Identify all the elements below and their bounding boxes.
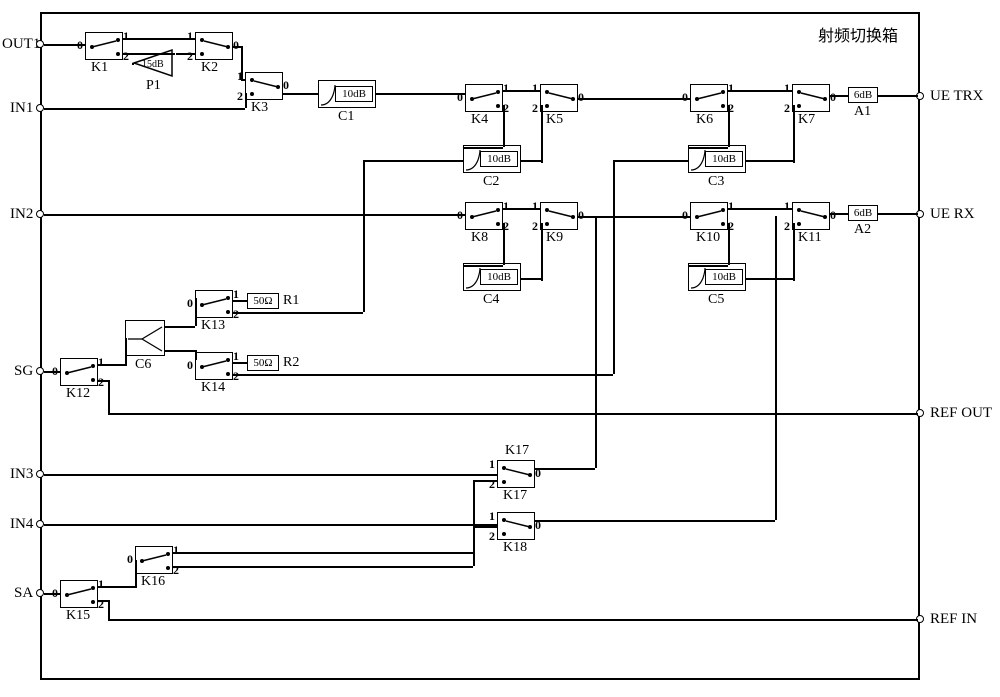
splitter-C6 [125, 320, 165, 356]
coupler-C2-label: C2 [483, 174, 499, 190]
coupler-C1-label: C1 [338, 109, 354, 125]
port-in2-label: IN2 [10, 206, 33, 223]
switch-K8 [465, 202, 503, 230]
port-sa-dot [36, 589, 44, 597]
switch-K15 [60, 580, 98, 608]
switch-K14 [195, 352, 233, 380]
switch-K5-label: K5 [546, 112, 563, 128]
switch-K4-label: K4 [471, 112, 488, 128]
port-refout-label: REF OUT [930, 405, 992, 422]
switch-K12-label: K12 [66, 386, 90, 402]
switch-K15-label: K15 [66, 608, 90, 624]
resistor-R2: 50Ω [247, 355, 279, 371]
coupler-C3: 10dB [688, 145, 746, 173]
port-out1-dot [36, 40, 44, 48]
port-in3-label: IN3 [10, 466, 33, 483]
port-uerx-label: UE RX [930, 206, 975, 223]
switch-K11 [792, 202, 830, 230]
port-in4-dot [36, 520, 44, 528]
port-out1-label: OUT1 [2, 36, 40, 53]
switch-K9 [540, 202, 578, 230]
coupler-C4-label: C4 [483, 292, 499, 308]
attenuator-A2: 6dB [848, 205, 878, 221]
coupler-C5-label: C5 [708, 292, 724, 308]
coupler-C4: 10dB [463, 263, 521, 291]
resistor-R1: 50Ω [247, 293, 279, 309]
switch-K12 [60, 358, 98, 386]
switch-K2-label: K2 [201, 60, 218, 76]
switch-K13-label: K13 [201, 318, 225, 334]
svg-text:15dB: 15dB [142, 59, 164, 70]
port-in4-label: IN4 [10, 516, 33, 533]
diagram-title: 射频切换箱 [818, 22, 898, 46]
port-in1-label: IN1 [10, 100, 33, 117]
switch-K18 [497, 512, 535, 540]
switch-K5 [540, 84, 578, 112]
switch-K14-label: K14 [201, 380, 225, 396]
switch-K1-label: K1 [91, 60, 108, 76]
coupler-C2: 10dB [463, 145, 521, 173]
port-in3-dot [36, 470, 44, 478]
port-sg-dot [36, 367, 44, 375]
switch-K7-label: K7 [798, 112, 815, 128]
switch-K16 [135, 546, 173, 574]
switch-K10 [690, 202, 728, 230]
switch-K4 [465, 84, 503, 112]
switch-K9-label: K9 [546, 230, 563, 246]
switch-K11-label: K11 [798, 230, 822, 246]
coupler-C1: 10dB [318, 80, 376, 108]
switch-K13 [195, 290, 233, 318]
switch-K3 [245, 72, 283, 100]
port-in2-dot [36, 210, 44, 218]
port-refin-label: REF IN [930, 611, 977, 628]
switch-K6-label: K6 [696, 112, 713, 128]
port-sa-label: SA [14, 585, 33, 602]
coupler-C3-label: C3 [708, 174, 724, 190]
port-sg-label: SG [14, 363, 33, 380]
switch-K17 [497, 460, 535, 488]
switch-K2 [195, 32, 233, 60]
coupler-C5: 10dB [688, 263, 746, 291]
port-uetrx-label: UE TRX [930, 88, 983, 105]
switch-K1 [85, 32, 123, 60]
switch-K18-label: K18 [503, 540, 527, 556]
switch-K16-label: K16 [141, 574, 165, 590]
switch-K7 [792, 84, 830, 112]
switch-K6 [690, 84, 728, 112]
switch-K8-label: K8 [471, 230, 488, 246]
switch-K3-label: K3 [251, 100, 268, 116]
port-in1-dot [36, 104, 44, 112]
switch-K10-label: K10 [696, 230, 720, 246]
attenuator-A1: 6dB [848, 87, 878, 103]
switch-K17-label: K17 [503, 488, 527, 504]
